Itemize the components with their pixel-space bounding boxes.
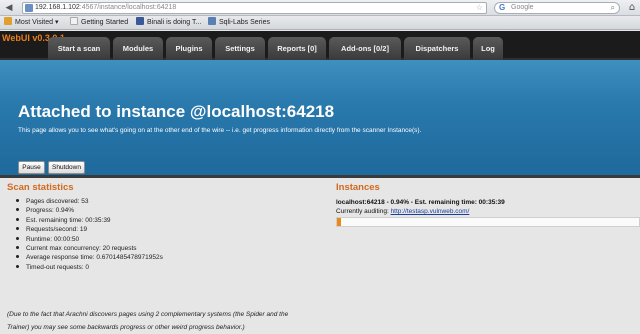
- tab-dispatchers[interactable]: Dispatchers: [404, 37, 470, 60]
- stat-requests-per-second: Requests/second: 19: [16, 225, 163, 234]
- home-icon[interactable]: ⌂: [626, 2, 638, 14]
- url-host: 192.168.1.102: [35, 4, 80, 11]
- stat-progress: Progress: 0.94%: [16, 206, 163, 215]
- site-icon: [208, 17, 216, 25]
- url-bar[interactable]: 192.168.1.102:4567/instance/localhost:64…: [22, 2, 487, 14]
- page-subtitle: This page allows you to see what's going…: [18, 127, 422, 134]
- tab-settings[interactable]: Settings: [215, 37, 265, 60]
- shutdown-button[interactable]: Shutdown: [48, 161, 85, 174]
- stat-runtime: Runtime: 00:00:50: [16, 235, 163, 244]
- stat-remaining-time: Est. remaining time: 00:35:39: [16, 216, 163, 225]
- bookmark-star-icon[interactable]: ☆: [476, 3, 483, 13]
- page-title: Attached to instance @localhost:64218: [18, 102, 335, 121]
- tab-log[interactable]: Log: [473, 37, 503, 60]
- bookmark-sqli-labs[interactable]: Sqli-Labs Series: [208, 16, 270, 30]
- progress-fill: [337, 218, 341, 226]
- bookmark-binali[interactable]: Binali is doing T...: [136, 16, 201, 30]
- folder-icon: [4, 17, 12, 25]
- tab-add-ons[interactable]: Add-ons [0/2]: [329, 37, 401, 60]
- instance-progress-bar: [336, 217, 640, 227]
- bookmark-most-visited[interactable]: Most Visited ▾: [4, 16, 58, 30]
- stat-max-concurrency: Current max concurrency: 20 requests: [16, 244, 163, 253]
- google-icon: G: [499, 3, 506, 12]
- progress-note: (Due to the fact that Arachni discovers …: [7, 311, 289, 331]
- instance-summary: localhost:64218 - 0.94% - Est. remaining…: [336, 199, 505, 206]
- app-navbar: WebUI v0.3.0.1 Start a scan Modules Plug…: [0, 31, 640, 60]
- back-icon[interactable]: ◀: [3, 2, 15, 14]
- search-placeholder: Google: [511, 4, 534, 11]
- tab-start-scan[interactable]: Start a scan: [48, 37, 110, 60]
- browser-toolbar: ◀ 192.168.1.102:4567/instance/localhost:…: [0, 0, 640, 16]
- bookmarks-bar: Most Visited ▾ Getting Started Binali is…: [0, 16, 640, 30]
- search-input[interactable]: G Google ⌕: [494, 2, 620, 14]
- auditing-url-link[interactable]: http://testasp.vulnweb.com/: [391, 208, 470, 215]
- page-icon: [70, 17, 78, 25]
- site-favicon-icon: [25, 4, 33, 12]
- scan-statistics-title: Scan statistics: [7, 182, 74, 193]
- stat-timed-out: Timed-out requests: 0: [16, 263, 163, 272]
- stat-avg-response-time: Average response time: 0.670148547897195…: [16, 253, 163, 262]
- stats-list: Pages discovered: 53 Progress: 0.94% Est…: [16, 197, 163, 272]
- facebook-icon: [136, 17, 144, 25]
- bookmark-getting-started[interactable]: Getting Started: [70, 16, 128, 30]
- page-header: Attached to instance @localhost:64218 Th…: [0, 60, 640, 165]
- pause-button[interactable]: Pause: [18, 161, 45, 174]
- currently-auditing: Currently auditing: http://testasp.vulnw…: [336, 208, 470, 215]
- tab-plugins[interactable]: Plugins: [166, 37, 212, 60]
- search-icon[interactable]: ⌕: [611, 3, 615, 13]
- instances-title: Instances: [336, 182, 380, 193]
- stat-pages-discovered: Pages discovered: 53: [16, 197, 163, 206]
- url-path: :4567/instance/localhost:64218: [79, 4, 177, 11]
- tab-reports[interactable]: Reports [0]: [268, 37, 326, 60]
- main-content: Scan statistics Pages discovered: 53 Pro…: [0, 178, 640, 331]
- tab-modules[interactable]: Modules: [113, 37, 163, 60]
